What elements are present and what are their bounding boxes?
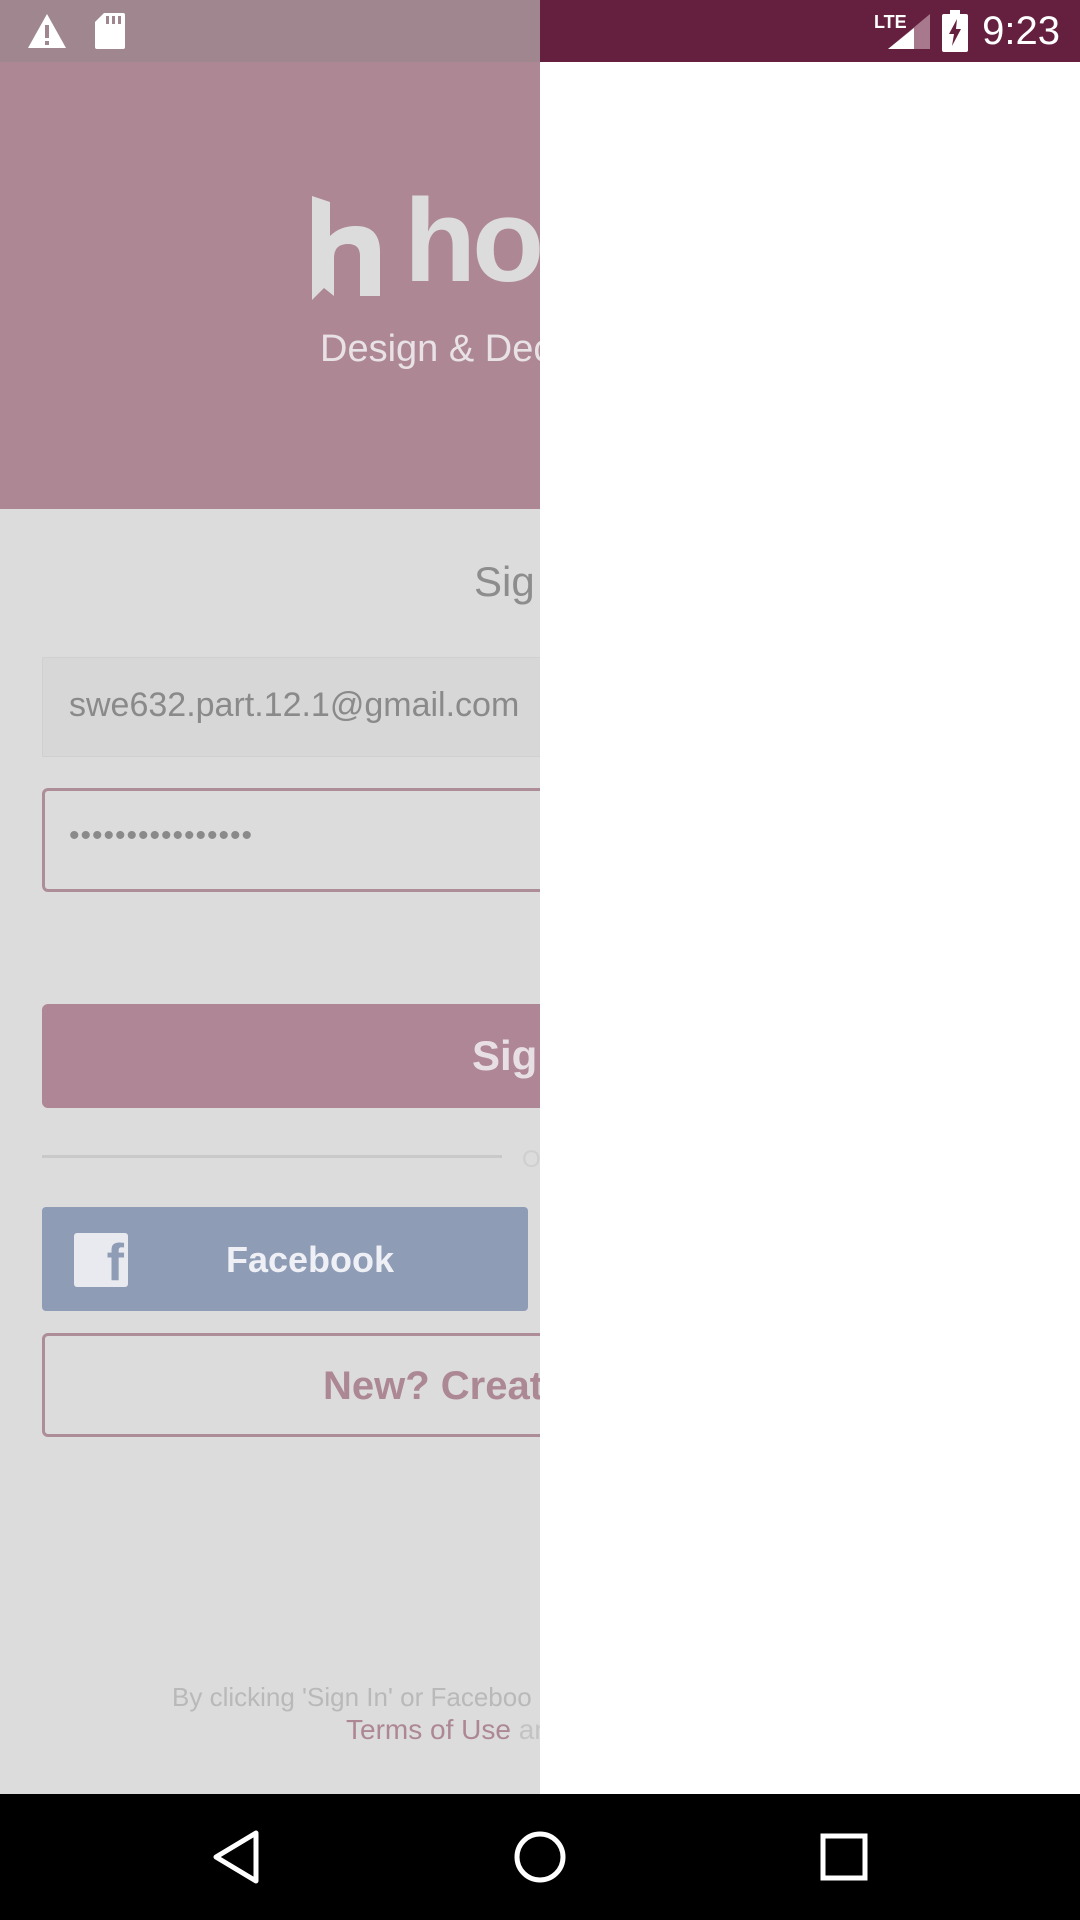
warning-icon [26,12,68,50]
divider-line [42,1155,502,1158]
legal-text-line1: By clicking 'Sign In' or Faceboo [172,1682,532,1712]
logo-text: ho [404,175,540,307]
navigation-bar [0,1794,1080,1920]
battery-charging-icon [942,10,968,52]
drawer-panel[interactable] [540,62,1080,1794]
facebook-button[interactable]: f Facebook [42,1207,528,1311]
app-logo: ho [312,182,540,300]
email-field[interactable]: swe632.part.12.1@gmail.com [42,657,540,757]
header-band: ho Design & Dec [0,62,540,509]
recents-icon [820,1833,868,1881]
home-icon [514,1831,566,1883]
password-field[interactable]: •••••••••••••••• [42,788,540,892]
back-icon [213,1830,259,1884]
tagline: Design & Dec [320,328,540,370]
create-account-button[interactable]: New? Create [42,1333,540,1437]
status-time: 9:23 [982,9,1060,53]
app-content-dimmed: ho Design & Dec Sig swe632.part.12.1@gma… [0,62,540,1794]
email-value: swe632.part.12.1@gmail.com [69,686,520,724]
password-value: •••••••••••••••• [69,819,254,852]
facebook-label: Facebook [226,1239,395,1280]
status-bar-right: LTE 9:23 [540,0,1080,62]
logo-h-icon [312,196,380,300]
back-button[interactable] [196,1822,276,1892]
signal-icon [886,12,932,50]
terms-of-use-link[interactable]: Terms of Use [346,1714,511,1745]
home-button[interactable] [500,1822,580,1892]
divider-text: O [522,1146,540,1173]
sd-card-icon [94,12,126,50]
recents-button[interactable] [804,1822,884,1892]
signin-title: Sig [474,558,535,605]
legal-text-line2: Terms of Use an [346,1714,540,1746]
signin-button-label: Sig [472,1032,538,1079]
create-account-label: New? Create [323,1364,540,1408]
facebook-icon: f [74,1233,128,1289]
status-bar-left [0,0,540,62]
legal-text-rest: an [518,1714,540,1745]
signin-button[interactable]: Sig [42,1004,540,1108]
